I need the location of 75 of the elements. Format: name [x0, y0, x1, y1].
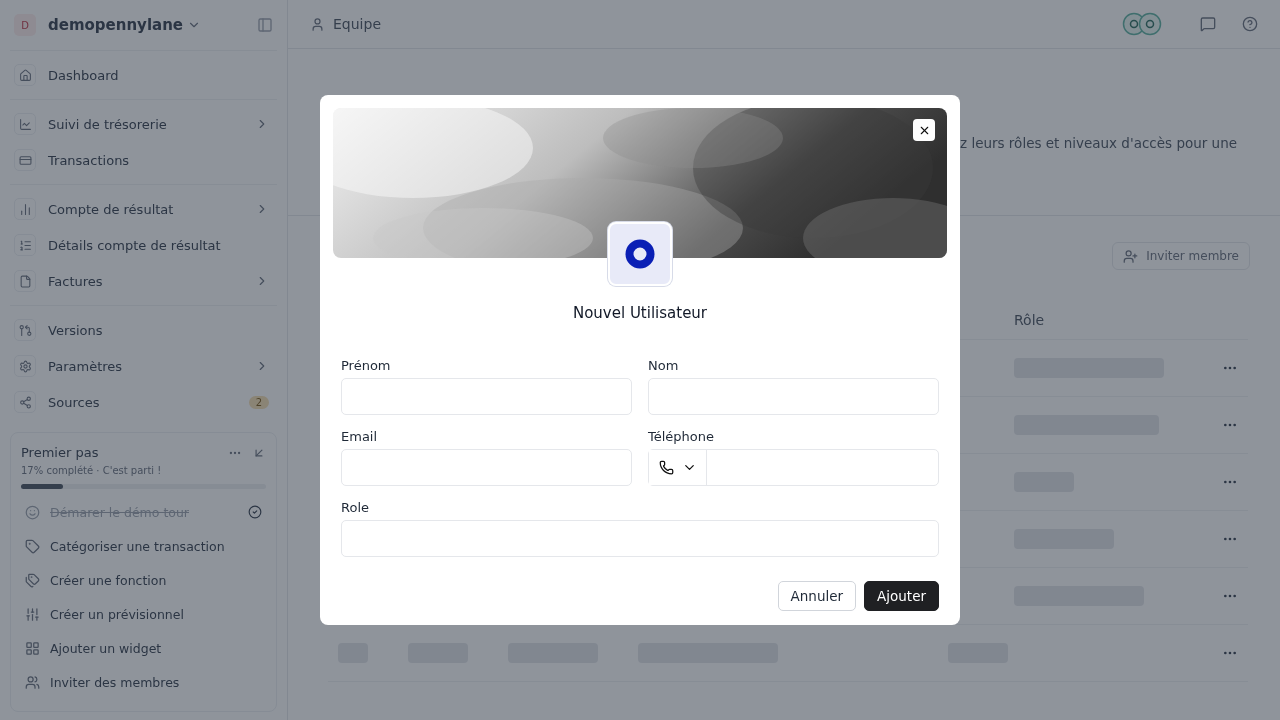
submit-button[interactable]: Ajouter: [864, 581, 939, 611]
input-field[interactable]: [341, 449, 632, 486]
nav-item[interactable]: Détails compte de résultat: [10, 227, 277, 263]
tag-icon: [25, 538, 40, 554]
settings-icon: [14, 355, 36, 377]
nav-item[interactable]: Compte de résultat: [10, 191, 277, 227]
task-label: Créer une fonction: [50, 572, 168, 588]
home-icon: [14, 64, 36, 86]
branch-icon: [14, 319, 36, 341]
input-field[interactable]: [341, 378, 632, 415]
workspace-avatar[interactable]: D: [14, 14, 36, 36]
nav-item[interactable]: Factures: [10, 263, 277, 299]
nav-label: Dashboard: [48, 67, 120, 83]
nav-item[interactable]: Transactions: [10, 142, 277, 178]
field-label: Prénom: [341, 358, 392, 373]
chat-icon[interactable]: [1200, 16, 1216, 32]
phone-field[interactable]: [648, 449, 939, 486]
nav-item[interactable]: Dashboard: [10, 57, 277, 93]
task-item[interactable]: Ajouter un widget: [21, 631, 266, 665]
task-item[interactable]: Catégoriser une transaction: [21, 529, 266, 563]
task-item[interactable]: Créer une fonction: [21, 563, 266, 597]
user-icon: [310, 16, 325, 32]
field-label: Téléphone: [648, 429, 716, 444]
close-button[interactable]: [913, 119, 935, 141]
tags-icon: [25, 572, 40, 588]
chart-icon: [14, 113, 36, 135]
sliders-icon: [25, 606, 40, 622]
nav-label: Compte de résultat: [48, 201, 175, 217]
grid-icon: [25, 640, 40, 656]
nav-item[interactable]: Versions: [10, 312, 277, 348]
share-icon: [14, 391, 36, 413]
users-icon: [25, 674, 40, 690]
nav-label: Sources: [48, 394, 101, 410]
avatar-group-icon[interactable]: [1122, 12, 1162, 36]
field-label: Email: [341, 429, 379, 444]
smile-icon: [25, 504, 40, 520]
count-badge: 2: [248, 395, 269, 409]
logo-icon: [608, 222, 672, 286]
task-item[interactable]: Créer un prévisionnel: [21, 597, 266, 631]
task-item[interactable]: Inviter des membres: [21, 665, 266, 699]
dialog-title: Nouvel Utilisateur: [572, 304, 708, 322]
nav-item[interactable]: Paramètres: [10, 348, 277, 384]
nav-item[interactable]: Sources 2: [10, 384, 277, 420]
card-title: Premier pas: [21, 445, 100, 460]
nav-label: Factures: [48, 273, 104, 289]
task-label: Inviter des membres: [50, 674, 181, 690]
country-select[interactable]: [649, 450, 707, 485]
breadcrumb: Equipe: [333, 16, 382, 32]
help-icon[interactable]: [1242, 16, 1258, 32]
task-label: Catégoriser une transaction: [50, 538, 226, 554]
nav-label: Versions: [48, 322, 104, 338]
field-label: Role: [341, 500, 370, 515]
bar-chart-icon: [14, 198, 36, 220]
nav-label: Transactions: [48, 152, 131, 168]
sidebar-toggle-icon[interactable]: [257, 17, 273, 33]
column-header: Rôle: [1014, 311, 1045, 328]
list-icon: [14, 234, 36, 256]
nav-item[interactable]: Suivi de trésorerie: [10, 106, 277, 142]
input-field[interactable]: [341, 520, 939, 557]
task-label: Créer un prévisionnel: [50, 606, 185, 622]
nav-label: Paramètres: [48, 358, 124, 374]
invite-button[interactable]: Inviter membre: [1112, 242, 1250, 270]
file-icon: [14, 270, 36, 292]
phone-icon: [658, 460, 674, 475]
field-label: Nom: [648, 358, 680, 373]
task-label: Ajouter un widget: [50, 640, 163, 656]
workspace-name[interactable]: demopennylane: [48, 16, 183, 34]
page-description: z leurs rôles et niveaux d'accès pour une: [960, 135, 1238, 151]
nav-label: Détails compte de résultat: [48, 237, 222, 253]
card-icon: [14, 149, 36, 171]
cancel-button[interactable]: Annuler: [777, 581, 857, 611]
progress-text: 17% complété · C'est parti !: [21, 465, 163, 476]
user-plus-icon: [1123, 248, 1139, 264]
input-field[interactable]: [648, 378, 939, 415]
nav-label: Suivi de trésorerie: [48, 116, 168, 132]
